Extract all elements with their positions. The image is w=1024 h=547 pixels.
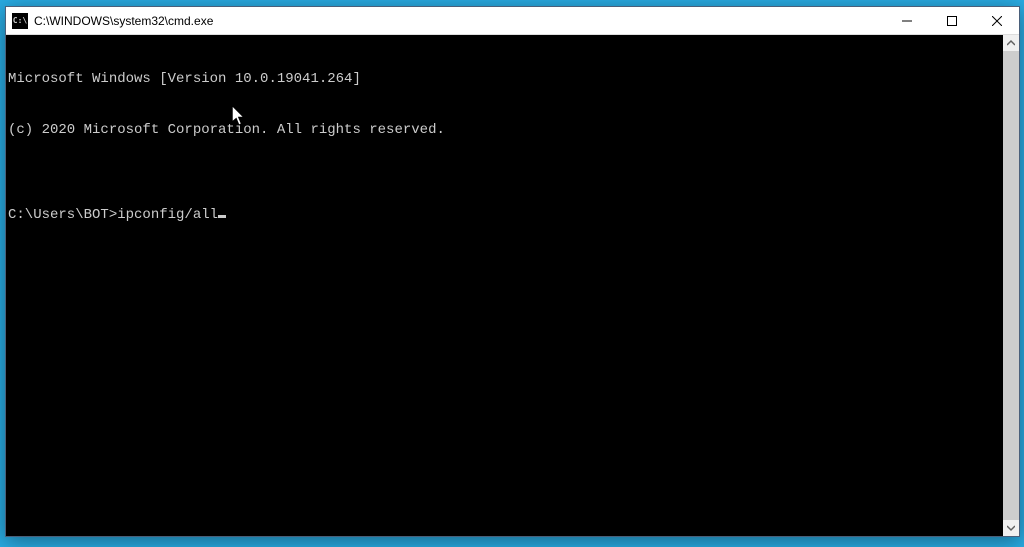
scrollbar-thumb[interactable] bbox=[1003, 51, 1019, 520]
cmd-icon-text: C:\ bbox=[13, 16, 27, 25]
close-icon bbox=[992, 16, 1002, 26]
scrollbar-down-button[interactable] bbox=[1003, 520, 1019, 536]
prompt-line: C:\Users\BOT>ipconfig/all bbox=[8, 207, 1003, 224]
close-button[interactable] bbox=[974, 7, 1019, 34]
terminal-body: Microsoft Windows [Version 10.0.19041.26… bbox=[6, 35, 1019, 536]
text-cursor bbox=[218, 215, 226, 218]
cmd-icon: C:\ bbox=[12, 13, 28, 29]
prompt-text: C:\Users\BOT> bbox=[8, 207, 117, 224]
scrollbar-up-button[interactable] bbox=[1003, 35, 1019, 51]
window-controls bbox=[884, 7, 1019, 34]
minimize-button[interactable] bbox=[884, 7, 929, 34]
version-line: Microsoft Windows [Version 10.0.19041.26… bbox=[8, 71, 1003, 88]
terminal-output[interactable]: Microsoft Windows [Version 10.0.19041.26… bbox=[6, 35, 1003, 536]
minimize-icon bbox=[902, 16, 912, 26]
window-title: C:\WINDOWS\system32\cmd.exe bbox=[34, 14, 884, 28]
cmd-window: C:\ C:\WINDOWS\system32\cmd.exe Microsof… bbox=[5, 6, 1020, 537]
command-text: ipconfig/all bbox=[117, 207, 218, 224]
chevron-down-icon bbox=[1007, 524, 1015, 532]
chevron-up-icon bbox=[1007, 39, 1015, 47]
maximize-button[interactable] bbox=[929, 7, 974, 34]
copyright-line: (c) 2020 Microsoft Corporation. All righ… bbox=[8, 122, 1003, 139]
titlebar[interactable]: C:\ C:\WINDOWS\system32\cmd.exe bbox=[6, 7, 1019, 35]
maximize-icon bbox=[947, 16, 957, 26]
scrollbar[interactable] bbox=[1003, 35, 1019, 536]
